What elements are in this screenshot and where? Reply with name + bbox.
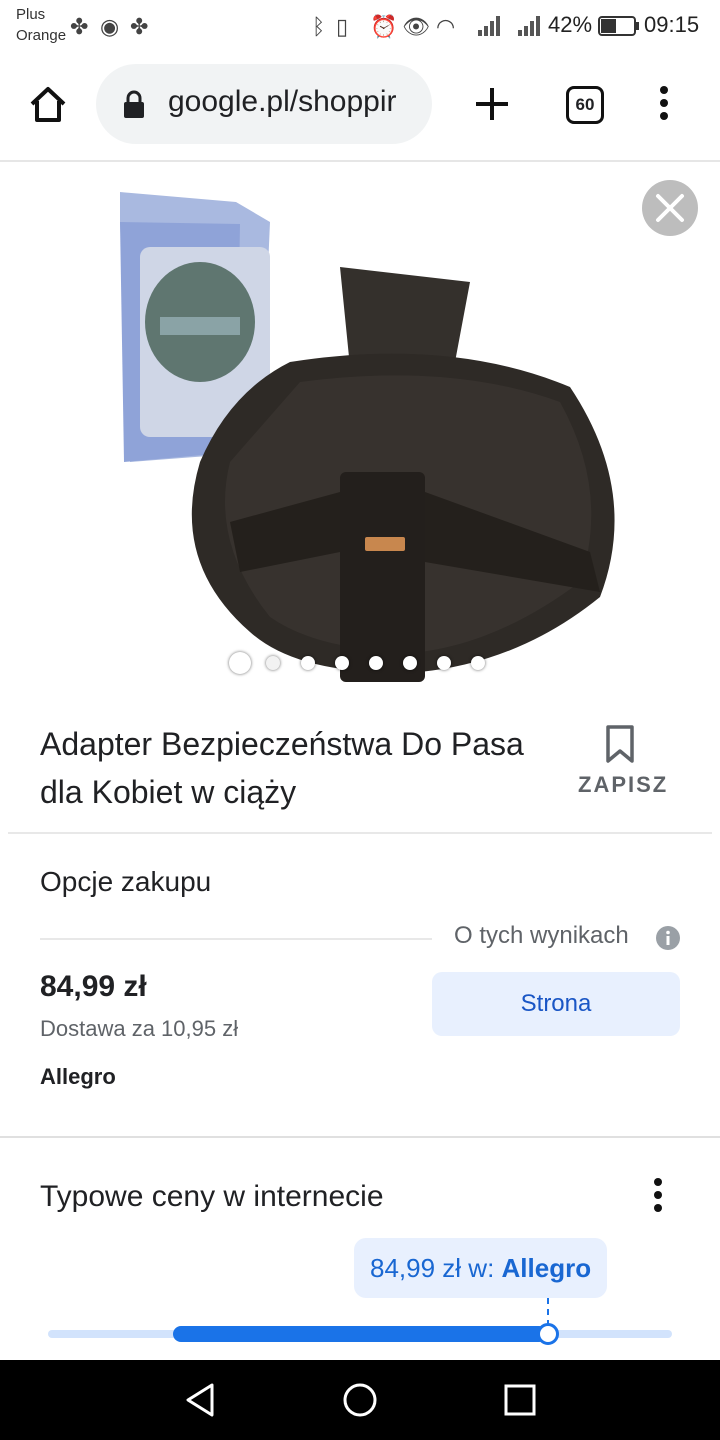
gallery-dot[interactable]: [266, 656, 280, 670]
price-tooltip: 84,99 zł w: Allegro: [354, 1238, 608, 1298]
tooltip-price: 84,99 zł w:: [370, 1253, 495, 1283]
gallery-dot[interactable]: [335, 656, 349, 670]
signal-icon: [478, 16, 500, 36]
tooltip-store: Allegro: [501, 1253, 592, 1283]
close-icon: [656, 194, 684, 222]
about-results-link[interactable]: O tych wynikach: [454, 922, 629, 950]
gallery-dot[interactable]: [301, 656, 315, 670]
overflow-menu-icon[interactable]: [654, 86, 674, 120]
delivery-cost: Dostawa za 10,95 zł: [40, 1016, 239, 1041]
typical-price-range: [173, 1326, 547, 1342]
alarm-icon: ⏰: [370, 14, 398, 39]
carrier-label: Plus Orange: [16, 6, 67, 44]
gallery-dot[interactable]: [403, 656, 417, 670]
divider: [8, 832, 712, 834]
close-gallery-button[interactable]: [642, 180, 698, 236]
gallery-dot[interactable]: [229, 652, 251, 674]
vibrate-icon: ▯: [336, 14, 349, 39]
chrome-icon: ◉: [100, 14, 120, 39]
gallery-dot[interactable]: [437, 656, 451, 670]
product-image-gallery[interactable]: [0, 162, 720, 690]
seller-name: Allegro: [40, 1064, 116, 1089]
recents-icon[interactable]: [504, 1384, 536, 1416]
bookmark-icon[interactable]: [604, 724, 636, 764]
product-image: [120, 192, 615, 682]
battery-percentage: 42%: [548, 12, 593, 37]
gallery-dot[interactable]: [471, 656, 485, 670]
gallery-dot[interactable]: [369, 656, 383, 670]
lock-icon: [124, 90, 144, 118]
home-icon[interactable]: [28, 84, 68, 124]
divider: [40, 938, 432, 940]
product-title: Adapter Bezpieczeństwa Do Pasa dla Kobie…: [40, 726, 524, 810]
tab-switcher-button[interactable]: 60: [566, 86, 604, 124]
more-options-icon[interactable]: [652, 1178, 664, 1212]
wifi-icon: ◠: [436, 14, 456, 39]
eye-icon: 👁: [402, 14, 430, 39]
store-page-button[interactable]: Strona: [432, 972, 680, 1036]
fan-icon: ✤: [130, 14, 149, 39]
current-price-marker: [537, 1323, 559, 1345]
battery-icon: [598, 16, 639, 36]
url-text: google.pl/shoppir: [168, 85, 397, 118]
price: 84,99 zł: [40, 970, 147, 1003]
divider: [0, 1136, 720, 1138]
save-button[interactable]: ZAPISZ: [578, 772, 668, 798]
clock: 09:15: [644, 12, 700, 37]
home-nav-icon[interactable]: [342, 1382, 378, 1418]
typical-prices-heading: Typowe ceny w internecie: [40, 1180, 384, 1213]
bluetooth-icon: ᛒ: [312, 14, 326, 39]
new-tab-icon[interactable]: [474, 86, 510, 122]
info-icon[interactable]: [656, 926, 680, 950]
fan-icon: ✤: [70, 14, 89, 39]
purchase-options-heading: Opcje zakupu: [40, 866, 212, 897]
address-bar[interactable]: google.pl/shoppir: [96, 64, 432, 144]
signal-icon: [518, 16, 540, 36]
back-icon[interactable]: [184, 1382, 216, 1418]
tooltip-pointer: [547, 1298, 549, 1326]
